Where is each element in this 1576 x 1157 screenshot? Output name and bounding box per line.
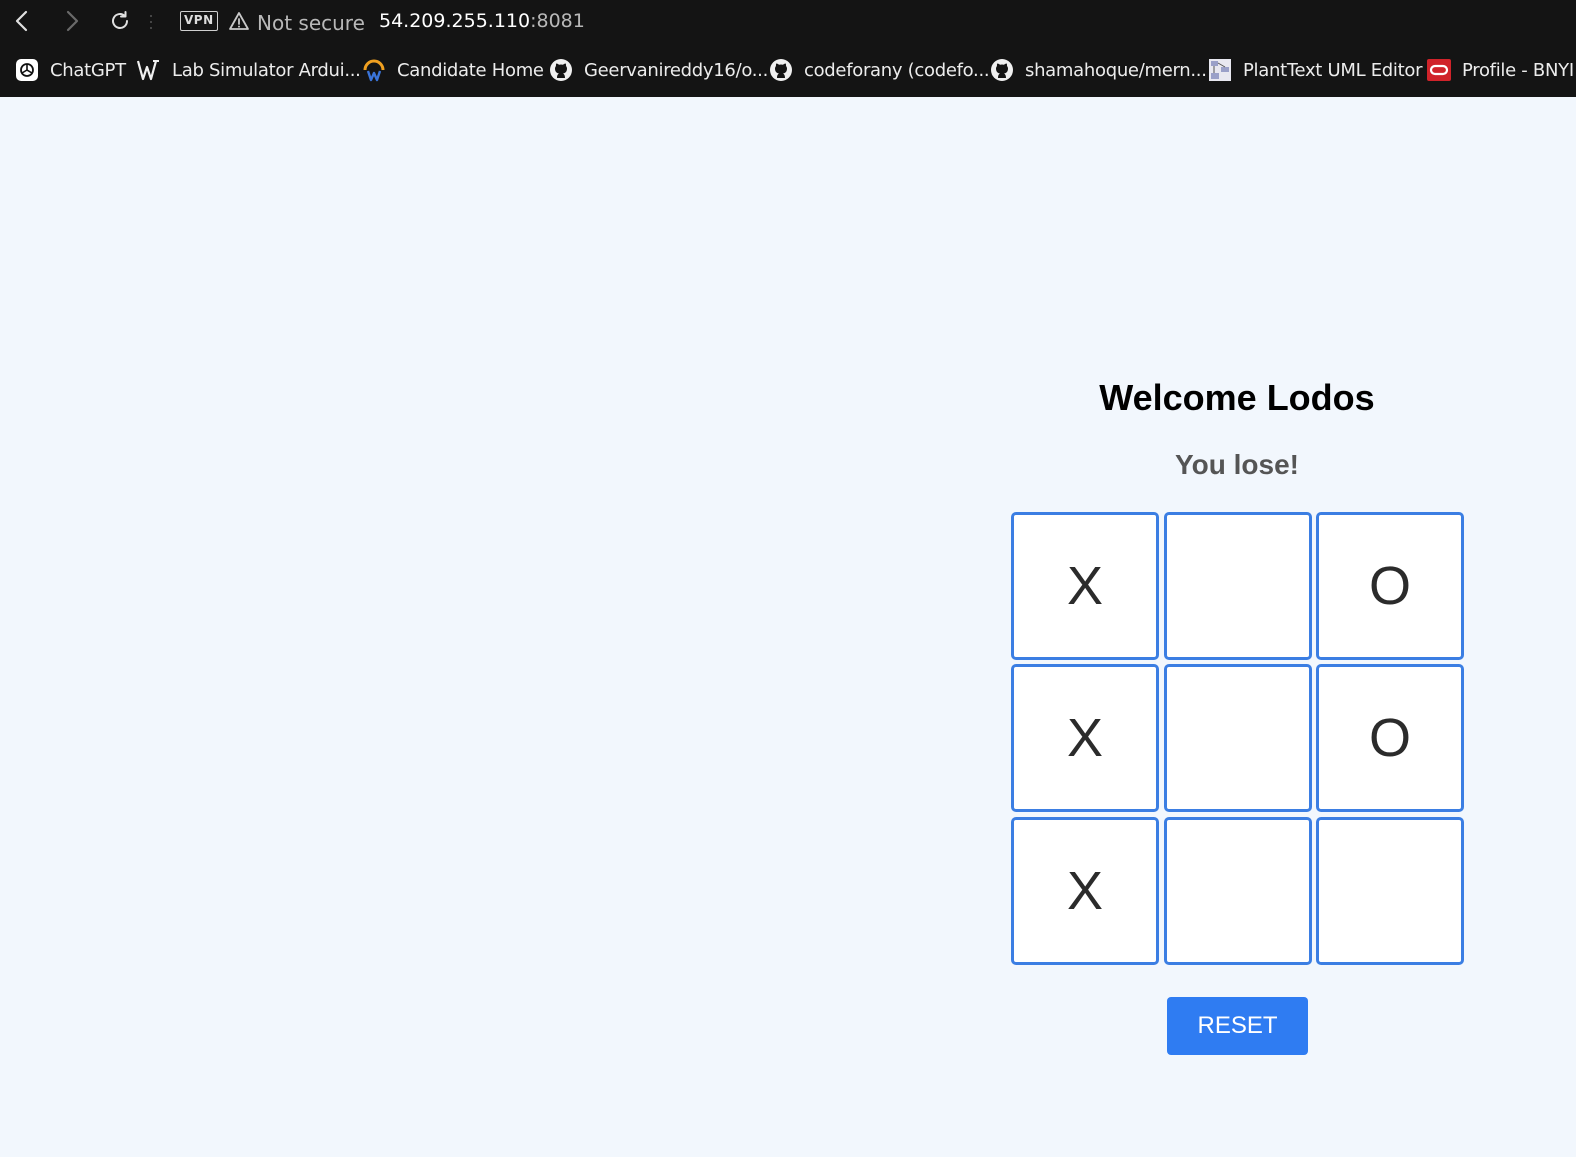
toolbar-divider [150,13,152,31]
bookmark-label: ChatGPT [50,59,126,81]
bookmark-candidate-home[interactable]: Candidate Home [362,56,544,84]
back-button[interactable] [8,6,38,36]
url-port: :8081 [530,10,585,32]
github-icon [549,58,573,82]
bookmark-shamahoque[interactable]: shamahoque/mern... [990,56,1207,84]
bookmark-label: Geervanireddy16/o... [584,59,769,81]
vpn-badge[interactable]: VPN [180,11,218,31]
board-cell-0-0[interactable]: X [1011,512,1159,660]
url-host: 54.209.255.110 [379,10,531,32]
bookmark-chatgpt[interactable]: ChatGPT [15,56,126,84]
bookmark-label: Profile - BNYI [1462,59,1574,81]
game-status: You lose! [1175,449,1299,480]
bookmarks-bar: ChatGPT Lab Simulator Ardui... Candidate… [0,50,1576,90]
bookmark-planttext[interactable]: PlantText UML Editor [1208,56,1423,84]
candidate-icon [362,58,386,82]
bookmark-label: codeforany (codefo... [804,59,990,81]
bookmark-label: PlantText UML Editor [1243,59,1423,81]
board-cell-1-1[interactable] [1164,664,1312,812]
reset-button[interactable]: RESET [1167,997,1308,1055]
chatgpt-icon [15,58,39,82]
address-bar: VPN Not secure 54.209.255.110:8081 [0,0,1576,44]
security-status-label[interactable]: Not secure [257,11,365,35]
forward-button[interactable] [56,6,86,36]
board-cell-1-2[interactable]: O [1316,664,1464,812]
bookmark-label: Lab Simulator Ardui... [172,59,361,81]
board-cell-1-0[interactable]: X [1011,664,1159,812]
board-cell-0-2[interactable]: O [1316,512,1464,660]
bookmark-geervanireddy16[interactable]: Geervanireddy16/o... [549,56,768,84]
bookmark-label: shamahoque/mern... [1025,59,1207,81]
bookmark-profile-bnyi[interactable]: Profile - BNYI [1427,56,1574,84]
reload-icon [112,11,128,29]
welcome-title: Welcome Lodos [1099,377,1375,418]
reload-button[interactable] [105,6,135,36]
bookmark-codeforany[interactable]: codeforany (codefo... [769,56,990,84]
github-icon [990,58,1014,82]
board-cell-0-1[interactable] [1164,512,1312,660]
board-cell-2-2[interactable] [1316,817,1464,965]
github-icon [769,58,793,82]
planttext-icon [1208,58,1232,82]
warning-icon[interactable] [228,11,250,31]
board-cell-2-1[interactable] [1164,817,1312,965]
board-cell-2-0[interactable]: X [1011,817,1159,965]
tic-tac-toe-board: X O X O X [1011,512,1465,966]
bookmark-lab-simulator[interactable]: Lab Simulator Ardui... [137,56,361,84]
browser-chrome: VPN Not secure 54.209.255.110:8081 ChatG… [0,0,1576,97]
wokwi-icon [137,58,161,82]
forward-arrow-icon [66,10,79,32]
url-field[interactable]: 54.209.255.110:8081 [379,9,585,33]
back-arrow-icon [15,10,28,32]
oracle-icon [1427,58,1451,82]
bookmark-label: Candidate Home [397,59,544,81]
